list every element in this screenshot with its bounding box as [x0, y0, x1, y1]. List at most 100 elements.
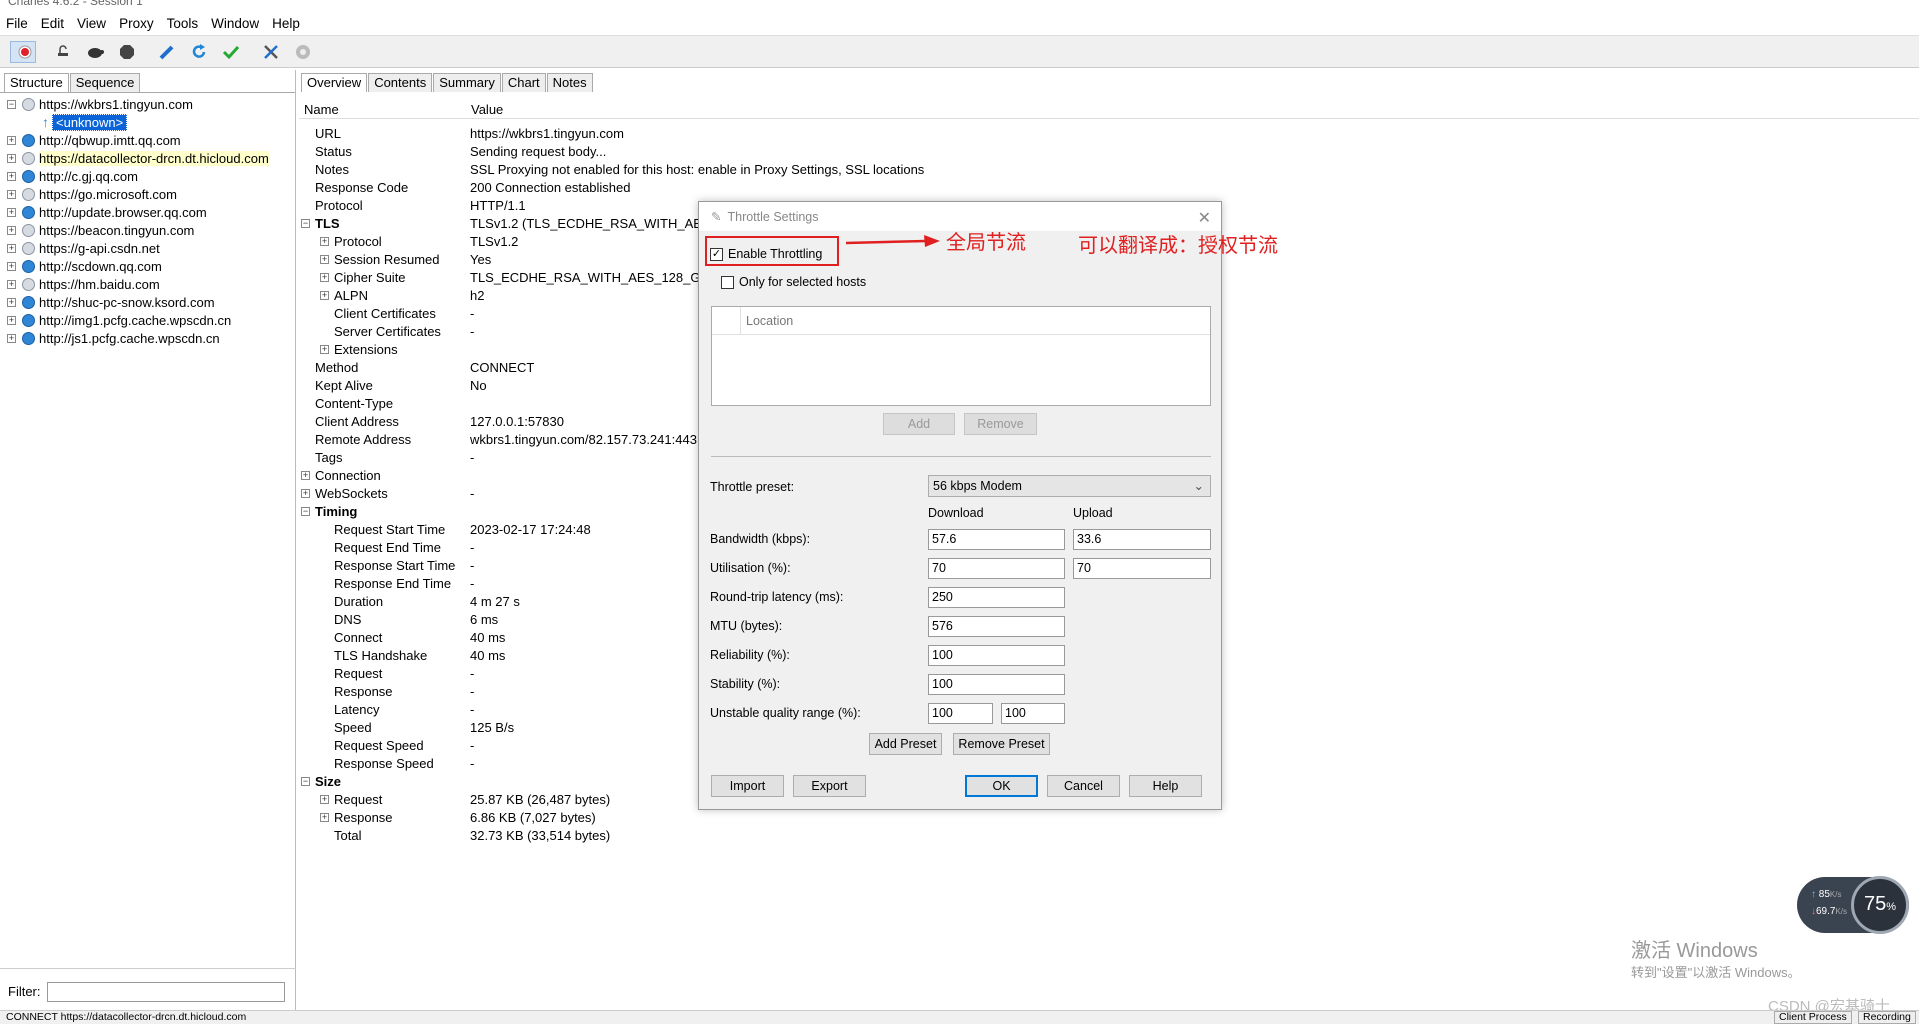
close-icon[interactable]: ✕: [1198, 208, 1211, 228]
tree-item[interactable]: + https://g-api.csdn.net: [0, 239, 295, 257]
tab-summary[interactable]: Summary: [433, 73, 501, 92]
expand-icon[interactable]: +: [320, 237, 329, 246]
stop-icon[interactable]: [114, 39, 140, 65]
row-value: TLS_ECDHE_RSA_WITH_AES_128_GCM_S: [470, 270, 737, 285]
bandwidth-upload-field[interactable]: 33.6: [1073, 529, 1211, 550]
expand-icon[interactable]: +: [301, 471, 310, 480]
expand-icon[interactable]: +: [7, 333, 16, 343]
utilisation-upload-field[interactable]: 70: [1073, 558, 1211, 579]
tree-item[interactable]: + http://update.browser.qq.com: [0, 203, 295, 221]
expand-icon[interactable]: +: [7, 225, 16, 235]
tools-icon[interactable]: [258, 39, 284, 65]
table-row[interactable]: Status Sending request body...: [299, 143, 1919, 161]
value-column-header[interactable]: Value: [471, 102, 503, 117]
ok-button[interactable]: OK: [965, 775, 1038, 797]
table-row[interactable]: Total 32.73 KB (33,514 bytes): [299, 827, 1919, 845]
location-table[interactable]: Location: [711, 306, 1211, 406]
round-trip-latency-field[interactable]: 250: [928, 587, 1065, 608]
lock-icon[interactable]: [50, 39, 76, 65]
tree-item[interactable]: + http://qbwup.imtt.qq.com: [0, 131, 295, 149]
remove-preset-button[interactable]: Remove Preset: [953, 733, 1050, 755]
only-selected-hosts-label[interactable]: Only for selected hosts: [739, 275, 866, 289]
add-preset-button[interactable]: Add Preset: [869, 733, 942, 755]
cancel-button[interactable]: Cancel: [1047, 775, 1120, 797]
stability-field[interactable]: 100: [928, 674, 1065, 695]
unstable-quality-max-field[interactable]: 100: [1001, 703, 1065, 724]
tree-item[interactable]: + http://shuc-pc-snow.ksord.com: [0, 293, 295, 311]
collapse-icon[interactable]: −: [301, 507, 310, 516]
expand-icon[interactable]: +: [320, 813, 329, 822]
expand-icon[interactable]: +: [7, 135, 16, 145]
expand-icon[interactable]: +: [7, 153, 16, 163]
expand-icon[interactable]: +: [320, 273, 329, 282]
expand-icon[interactable]: +: [320, 291, 329, 300]
tab-notes[interactable]: Notes: [546, 73, 593, 92]
menu-edit[interactable]: Edit: [41, 16, 64, 31]
collapse-icon[interactable]: −: [301, 219, 310, 228]
check-icon[interactable]: [218, 39, 244, 65]
record-icon[interactable]: [10, 40, 36, 63]
menu-tools[interactable]: Tools: [167, 16, 199, 31]
gear-icon[interactable]: [290, 39, 316, 65]
tab-overview[interactable]: Overview: [301, 73, 368, 92]
menu-view[interactable]: View: [77, 16, 106, 31]
throttle-preset-select[interactable]: 56 kbps Modem ⌄: [928, 475, 1211, 497]
remove-button[interactable]: Remove: [964, 413, 1037, 435]
table-row[interactable]: URL https://wkbrs1.tingyun.com: [299, 125, 1919, 143]
pen-icon[interactable]: [154, 39, 180, 65]
mtu-field[interactable]: 576: [928, 616, 1065, 637]
menu-window[interactable]: Window: [211, 16, 259, 31]
expand-icon[interactable]: +: [320, 345, 329, 354]
tree-item[interactable]: − https://wkbrs1.tingyun.com: [0, 95, 295, 113]
collapse-icon[interactable]: −: [301, 777, 310, 786]
collapse-icon[interactable]: −: [7, 99, 16, 109]
tree-item[interactable]: + https://beacon.tingyun.com: [0, 221, 295, 239]
tree-item[interactable]: + http://js1.pcfg.cache.wpscdn.cn: [0, 329, 295, 347]
tree-item[interactable]: + http://scdown.qq.com: [0, 257, 295, 275]
menu-file[interactable]: File: [6, 16, 28, 31]
utilisation-download-field[interactable]: 70: [928, 558, 1065, 579]
table-row[interactable]: + Response 6.86 KB (7,027 bytes): [299, 809, 1919, 827]
expand-icon[interactable]: +: [320, 255, 329, 264]
tab-sequence[interactable]: Sequence: [69, 73, 141, 92]
filter-input[interactable]: [46, 981, 285, 1002]
tab-contents[interactable]: Contents: [368, 73, 433, 92]
table-row[interactable]: Notes SSL Proxying not enabled for this h…: [299, 161, 1919, 179]
tab-chart[interactable]: Chart: [501, 73, 546, 92]
location-column-header[interactable]: Location: [746, 314, 793, 328]
tree-item[interactable]: + https://hm.baidu.com: [0, 275, 295, 293]
only-selected-hosts-checkbox[interactable]: [721, 276, 734, 289]
tree-item[interactable]: + https://go.microsoft.com: [0, 185, 295, 203]
expand-icon[interactable]: +: [7, 297, 16, 307]
expand-icon[interactable]: +: [301, 489, 310, 498]
unstable-quality-min-field[interactable]: 100: [928, 703, 993, 724]
table-row[interactable]: Response Code 200 Connection established: [299, 179, 1919, 197]
add-button[interactable]: Add: [883, 413, 955, 435]
turtle-icon[interactable]: [82, 39, 108, 65]
refresh-icon[interactable]: [186, 39, 212, 65]
tree-item[interactable]: ↑ <unknown>: [0, 113, 295, 131]
expand-icon[interactable]: +: [7, 261, 16, 271]
import-button[interactable]: Import: [711, 775, 784, 797]
reliability-field[interactable]: 100: [928, 645, 1065, 666]
row-name: Duration: [334, 594, 384, 609]
expand-icon[interactable]: +: [7, 207, 16, 217]
bandwidth-download-field[interactable]: 57.6: [928, 529, 1065, 550]
client-process-button[interactable]: Client Process: [1774, 1011, 1852, 1024]
export-button[interactable]: Export: [793, 775, 866, 797]
help-button[interactable]: Help: [1129, 775, 1202, 797]
expand-icon[interactable]: +: [7, 279, 16, 289]
expand-icon[interactable]: +: [7, 315, 16, 325]
tree-item[interactable]: + https://datacollector-drcn.dt.hicloud.c…: [0, 149, 295, 167]
tree-item[interactable]: + http://c.gj.qq.com: [0, 167, 295, 185]
recording-button[interactable]: Recording: [1858, 1011, 1916, 1024]
expand-icon[interactable]: +: [320, 795, 329, 804]
expand-icon[interactable]: +: [7, 243, 16, 253]
tab-structure[interactable]: Structure: [4, 73, 69, 92]
tree-item[interactable]: + http://img1.pcfg.cache.wpscdn.cn: [0, 311, 295, 329]
expand-icon[interactable]: +: [7, 189, 16, 199]
menu-help[interactable]: Help: [272, 16, 300, 31]
expand-icon[interactable]: +: [7, 171, 16, 181]
menu-proxy[interactable]: Proxy: [119, 16, 154, 31]
name-column-header[interactable]: Name: [304, 102, 339, 117]
